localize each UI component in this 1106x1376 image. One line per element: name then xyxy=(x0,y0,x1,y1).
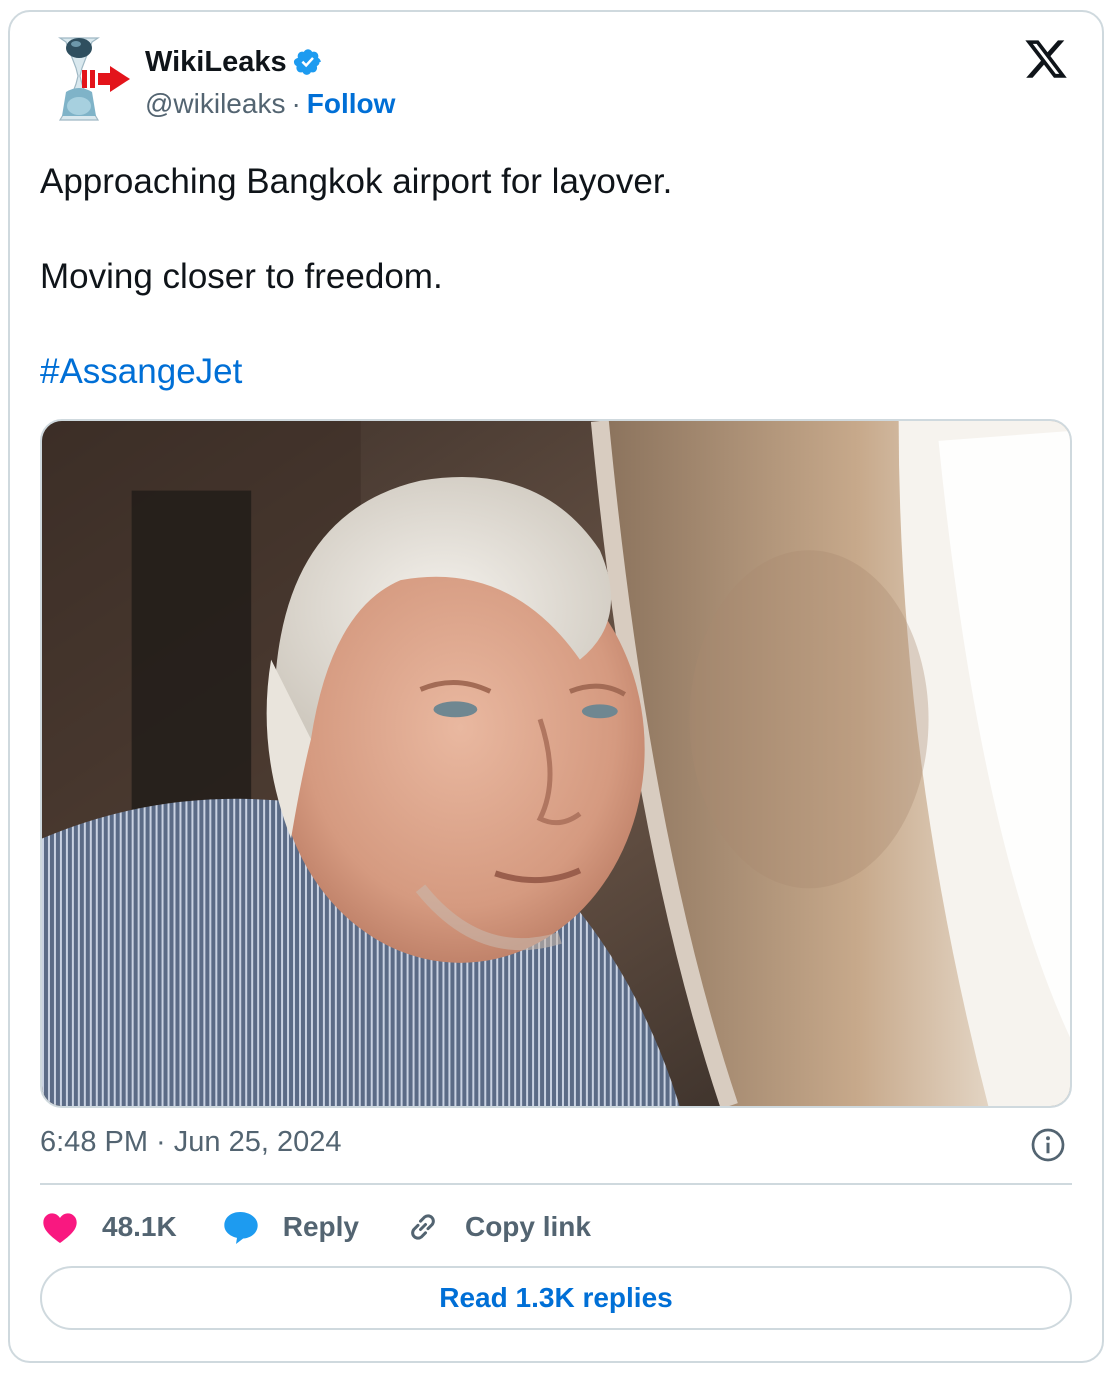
info-icon[interactable] xyxy=(1030,1127,1066,1163)
link-icon xyxy=(411,1214,435,1240)
separator: · xyxy=(291,88,301,119)
author-block: WikiLeaks @wikileaks · Follow xyxy=(145,44,395,120)
tweet-line-1: Approaching Bangkok airport for layover. xyxy=(40,162,673,201)
heart-icon xyxy=(43,1213,77,1243)
reply-button[interactable]: Reply xyxy=(221,1207,359,1247)
x-logo-icon[interactable] xyxy=(1022,36,1070,82)
like-count: 48.1K xyxy=(102,1211,177,1242)
wikileaks-logo-icon xyxy=(37,31,135,129)
copy-link-label: Copy link xyxy=(464,1211,591,1242)
read-replies-button[interactable]: Read 1.3K replies xyxy=(40,1266,1072,1330)
reply-bubble-icon xyxy=(224,1212,258,1244)
copy-link-button[interactable]: Copy link xyxy=(403,1207,591,1247)
tweet-actions: 48.1K Reply Copy link xyxy=(40,1202,635,1252)
read-replies-label: Read 1.3K replies xyxy=(439,1282,673,1313)
author-name[interactable]: WikiLeaks xyxy=(145,46,287,79)
tweet-photo[interactable] xyxy=(40,419,1072,1108)
verified-badge-icon xyxy=(293,49,321,75)
tweet-text: Approaching Bangkok airport for layover.… xyxy=(40,158,1070,396)
tweet-line-2: Moving closer to freedom. xyxy=(40,257,443,296)
follow-button[interactable]: Follow xyxy=(307,88,396,120)
divider xyxy=(40,1183,1072,1185)
tweet-timestamp[interactable]: 6:48 PM · Jun 25, 2024 xyxy=(40,1126,341,1159)
wikileaks-avatar[interactable] xyxy=(36,30,136,130)
reply-label: Reply xyxy=(282,1211,359,1242)
like-button[interactable]: 48.1K xyxy=(40,1207,177,1247)
author-handle[interactable]: @wikileaks xyxy=(145,88,285,120)
hashtag-link[interactable]: #AssangeJet xyxy=(40,352,242,391)
photo-man-at-airplane-window-icon xyxy=(42,421,1070,1106)
